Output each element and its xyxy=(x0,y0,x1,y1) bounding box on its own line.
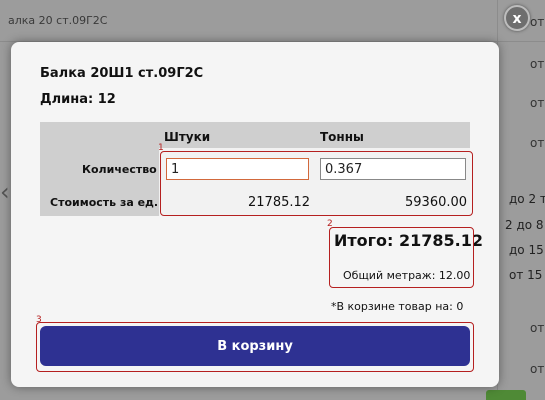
annotation-frame-1 xyxy=(160,151,473,216)
bg-green-button xyxy=(486,390,526,400)
bg-cell: до 2 т xyxy=(509,192,545,206)
annotation-frame-2 xyxy=(329,227,474,288)
column-header-pieces: Штуки xyxy=(164,130,211,144)
close-button[interactable]: x xyxy=(504,5,530,31)
bg-cell: от xyxy=(530,57,545,71)
bg-cell: от xyxy=(530,96,545,110)
annotation-number-1: 1 xyxy=(158,143,164,153)
row-label-unit-price: Стоимость за ед. xyxy=(50,196,159,209)
annotation-number-3: 3 xyxy=(36,315,42,325)
bg-cell: от xyxy=(530,321,545,335)
bg-cell: 2 до 8 т xyxy=(505,218,545,232)
bg-cell: от 15 т xyxy=(509,268,545,282)
bg-cell: до 15 т xyxy=(509,243,545,257)
annotation-frame-3 xyxy=(36,322,474,372)
bg-cell: от xyxy=(530,362,545,376)
bg-product-title: алка 20 ст.09Г2С xyxy=(8,14,108,27)
product-length: Длина: 12 xyxy=(40,92,116,107)
bg-cell: от xyxy=(530,136,545,150)
column-header-tons: Тонны xyxy=(320,130,364,144)
cart-status-note: *В корзине товар на: 0 xyxy=(331,300,464,313)
row-label-quantity: Количество xyxy=(82,163,157,176)
product-title: Балка 20Ш1 ст.09Г2С xyxy=(40,66,204,81)
bg-cell: от xyxy=(530,15,545,29)
annotation-number-2: 2 xyxy=(327,219,333,229)
